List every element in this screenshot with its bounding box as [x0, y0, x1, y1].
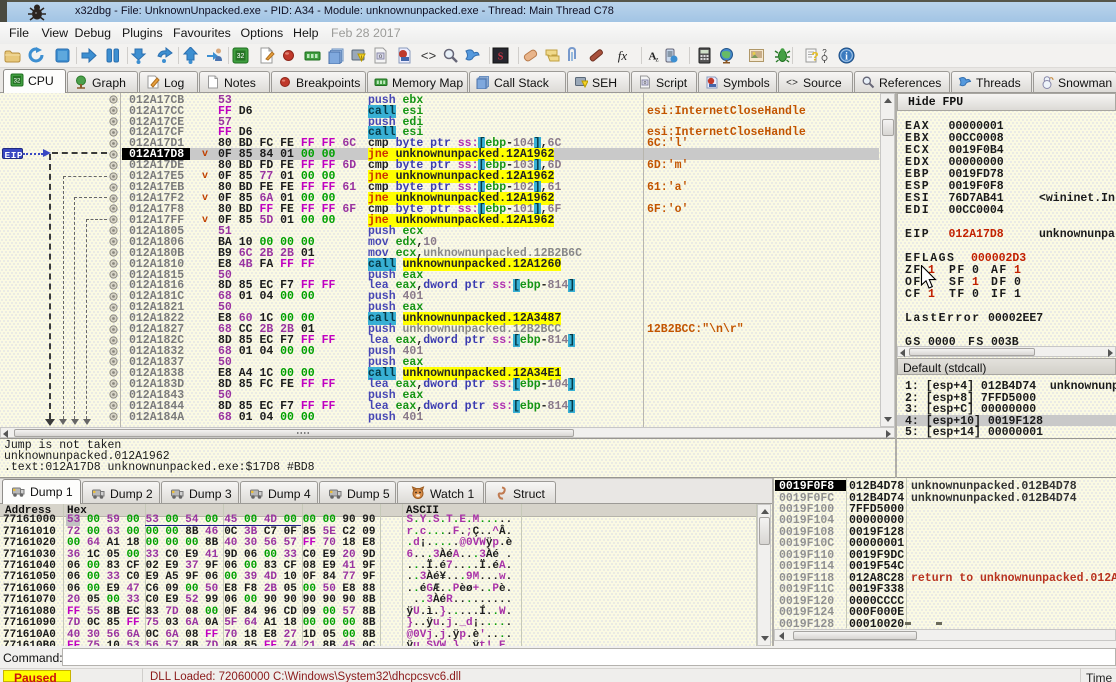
svg-text:o: o	[643, 80, 646, 86]
svg-text:32: 32	[14, 79, 21, 85]
svg-text:<>: <>	[786, 79, 798, 90]
svg-text:32: 32	[237, 53, 245, 60]
svg-text:z: z	[655, 56, 658, 64]
svg-text:i: i	[845, 52, 848, 63]
svg-text:fx: fx	[618, 48, 628, 63]
svg-text:S: S	[498, 52, 504, 63]
svg-text:<>: <>	[421, 49, 437, 64]
svg-text:o: o	[379, 53, 383, 60]
